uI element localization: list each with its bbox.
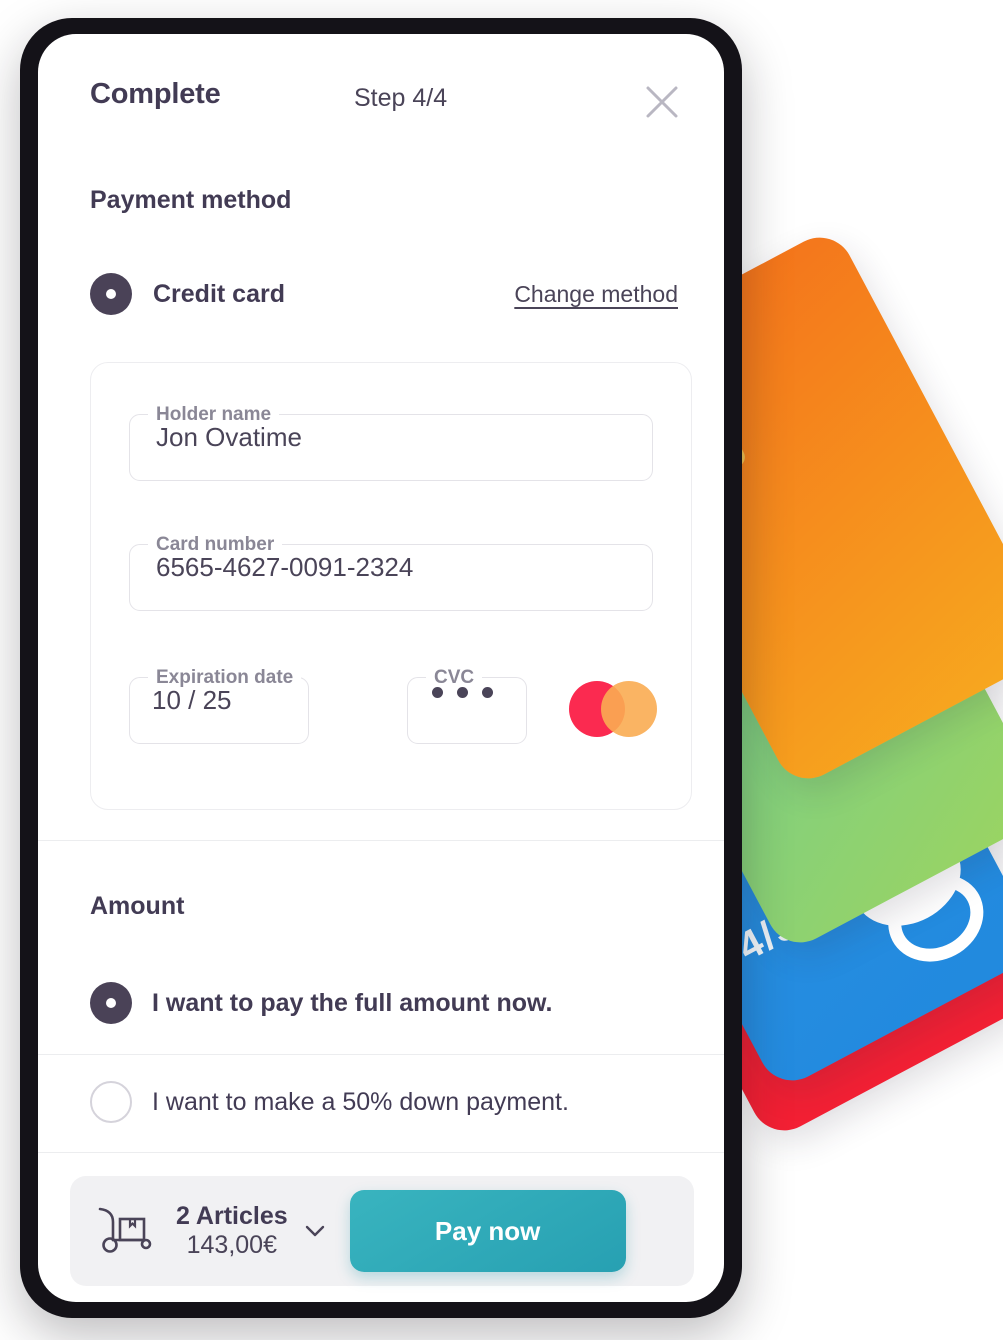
card-details-panel: Holder name Jon Ovatime Card number 6565…	[90, 362, 692, 810]
amount-heading: Amount	[90, 892, 185, 920]
amount-option-full-label: I want to pay the full amount now.	[152, 988, 553, 1017]
card-number-field[interactable]: Card number 6565-4627-0091-2324	[129, 535, 653, 611]
page-title: Complete	[90, 78, 221, 110]
background-card-number: 4/5	[730, 901, 806, 970]
background-card-logo-icon	[836, 813, 999, 979]
payment-method-heading: Payment method	[90, 186, 292, 214]
holder-name-value: Jon Ovatime	[156, 422, 302, 452]
holder-name-field[interactable]: Holder name Jon Ovatime	[129, 405, 653, 481]
section-divider	[38, 840, 724, 841]
mastercard-logo-icon	[569, 681, 657, 737]
chevron-down-icon[interactable]	[302, 1218, 328, 1244]
cvc-label: CVC	[434, 667, 475, 688]
change-method-link[interactable]: Change method	[514, 281, 678, 308]
expiration-date-value: 10 / 25	[152, 685, 232, 715]
radio-down-payment[interactable]	[90, 1081, 132, 1123]
dialog-header: Complete Step 4/4	[38, 34, 724, 152]
cvc-field[interactable]: CVC	[407, 668, 527, 744]
step-indicator: Step 4/4	[354, 84, 448, 112]
footer-divider	[38, 1152, 724, 1153]
cart-total: 143,00€	[186, 1231, 277, 1259]
payment-method-credit-card-row[interactable]: Credit card Change method	[90, 269, 678, 319]
card-number-value: 6565-4627-0091-2324	[156, 552, 414, 582]
amount-option-down-payment[interactable]: I want to make a 50% down payment.	[90, 1077, 678, 1127]
amount-divider	[38, 1054, 724, 1055]
phone-frame: Complete Step 4/4 Payment method Credit …	[20, 18, 742, 1318]
pay-now-button[interactable]: Pay now	[349, 1190, 626, 1272]
close-icon[interactable]	[642, 82, 682, 122]
phone-screen: Complete Step 4/4 Payment method Credit …	[38, 34, 724, 1302]
amount-option-full[interactable]: I want to pay the full amount now.	[90, 978, 678, 1028]
radio-full-amount[interactable]	[90, 982, 132, 1024]
checkout-footer: 2 Articles 143,00€ Pay now	[70, 1176, 694, 1286]
expiration-date-field[interactable]: Expiration date 10 / 25	[129, 668, 309, 744]
cvc-masked-value	[408, 687, 526, 720]
cart-article-count: 2 Articles	[176, 1201, 288, 1230]
cart-summary: 2 Articles 143,00€	[176, 1202, 288, 1261]
screenshot-root: 4/5 Complete Step 4/4 Payment method Cre…	[0, 0, 1003, 1340]
amount-option-down-payment-label: I want to make a 50% down payment.	[152, 1087, 569, 1116]
radio-credit-card[interactable]	[90, 273, 132, 315]
payment-method-label: Credit card	[153, 279, 285, 308]
hand-truck-icon	[96, 1206, 154, 1256]
